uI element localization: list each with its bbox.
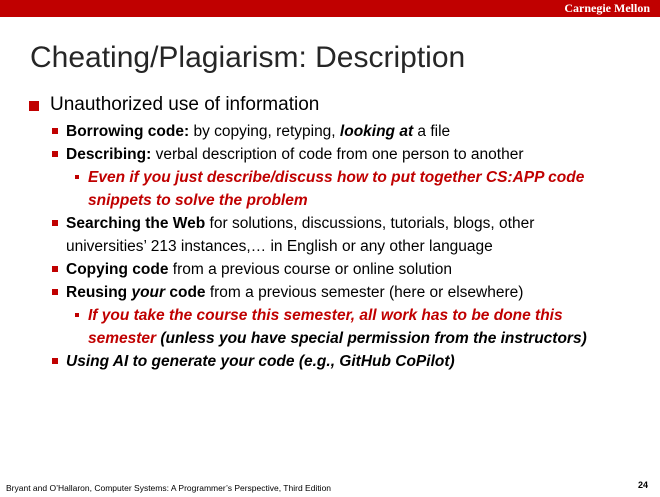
subbullet-line1: If you take the course this semester, al… (88, 307, 563, 324)
bullet-emphasis: looking at (339, 123, 414, 140)
bullet-bold-2: code (165, 284, 206, 301)
subbullet-line2: snippets to solve the problem (88, 192, 308, 209)
bullet-text: verbal description of code from one pers… (151, 146, 524, 163)
brand-label: Carnegie Mellon (564, 1, 650, 15)
bullet-text: Unauthorized use of information (50, 94, 320, 115)
bullet-borrowing: Borrowing code: by copying, retyping, lo… (0, 120, 660, 143)
bullet-text-end: a file (413, 123, 451, 140)
square-bullet-icon (75, 175, 79, 179)
square-bullet-icon (52, 128, 58, 134)
square-bullet-icon (52, 220, 58, 226)
bullet-text: by copying, retyping, (189, 123, 340, 140)
page-number: 24 (637, 480, 648, 490)
square-bullet-icon (52, 289, 58, 295)
footer-citation: Bryant and O’Hallaron, Computer Systems:… (6, 483, 332, 493)
bullet-emphasis: your (131, 284, 166, 301)
bullet-describing: Describing: verbal description of code f… (0, 143, 660, 166)
bullet-text: Using AI to generate your code (e.g., Gi… (66, 353, 455, 370)
square-bullet-icon (52, 358, 58, 364)
subbullet-note: (unless you have special permission from… (156, 330, 587, 347)
square-bullet-icon (29, 101, 39, 111)
header-bar: Carnegie Mellon (0, 0, 660, 17)
slide-title: Cheating/Plagiarism: Description (30, 41, 466, 74)
bullet-copying: Copying code from a previous course or o… (0, 258, 660, 281)
bullet-reusing: Reusing your code from a previous semest… (0, 281, 660, 304)
bullet-bold: Copying code (66, 261, 169, 278)
bullet-text-line2: universities’ 213 instances,… in English… (66, 238, 493, 255)
bullet-unauthorized: Unauthorized use of information (0, 92, 660, 118)
subbullet-red: semester (88, 330, 157, 347)
square-bullet-icon (75, 313, 79, 317)
bullet-bold: Describing: (66, 146, 152, 163)
slide-content: Unauthorized use of information Borrowin… (0, 92, 660, 373)
subbullet-describe-discuss: Even if you just describe/discuss how to… (0, 166, 660, 212)
bullet-text: from a previous semester (here or elsewh… (205, 284, 524, 301)
bullet-bold: Searching the Web (66, 215, 206, 232)
subbullet-line1: Even if you just describe/discuss how to… (88, 169, 585, 186)
subbullet-this-semester: If you take the course this semester, al… (0, 304, 660, 350)
bullet-text: from a previous course or online solutio… (168, 261, 452, 278)
square-bullet-icon (52, 266, 58, 272)
bullet-bold: Borrowing code: (66, 123, 190, 140)
bullet-bold: Reusing (66, 284, 132, 301)
square-bullet-icon (52, 151, 58, 157)
bullet-using-ai: Using AI to generate your code (e.g., Gi… (0, 350, 660, 373)
bullet-searching: Searching the Web for solutions, discuss… (0, 212, 660, 258)
bullet-text: for solutions, discussions, tutorials, b… (205, 215, 535, 232)
